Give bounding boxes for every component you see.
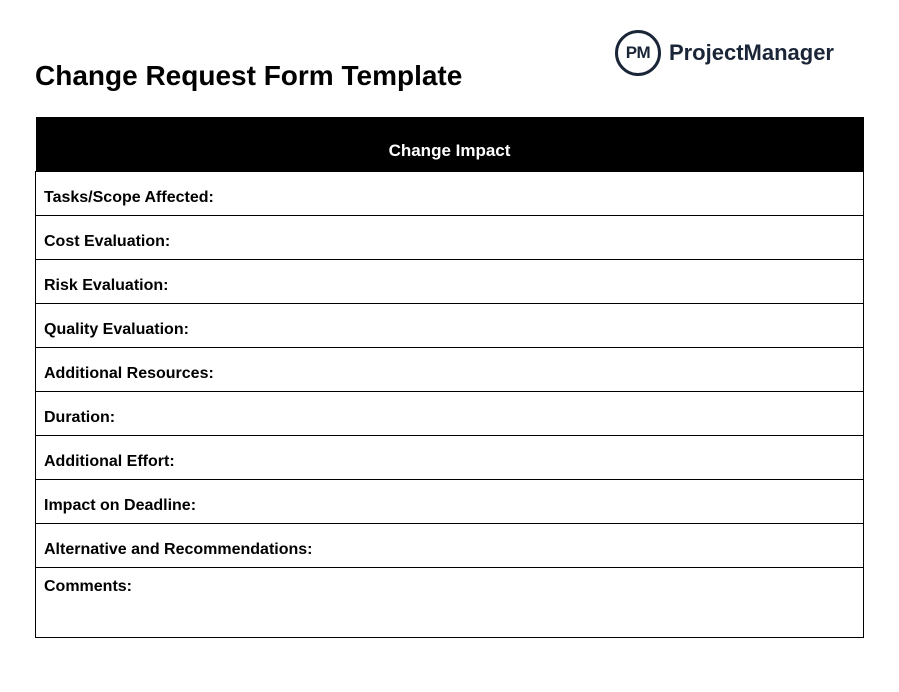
field-row-risk-evaluation[interactable]: Risk Evaluation: bbox=[36, 260, 864, 304]
section-heading: Change Impact bbox=[36, 122, 864, 172]
change-impact-table: Change Impact Tasks/Scope Affected: Cost… bbox=[35, 117, 864, 638]
logo-badge-icon: PM bbox=[615, 30, 661, 76]
field-label: Cost Evaluation: bbox=[36, 216, 864, 260]
field-row-duration[interactable]: Duration: bbox=[36, 392, 864, 436]
field-label: Duration: bbox=[36, 392, 864, 436]
field-label: Impact on Deadline: bbox=[36, 480, 864, 524]
logo-text: ProjectManager bbox=[669, 40, 834, 66]
field-row-cost-evaluation[interactable]: Cost Evaluation: bbox=[36, 216, 864, 260]
field-row-impact-on-deadline[interactable]: Impact on Deadline: bbox=[36, 480, 864, 524]
field-row-comments[interactable]: Comments: bbox=[36, 568, 864, 638]
page-container: Change Request Form Template PM ProjectM… bbox=[0, 0, 899, 658]
field-label: Alternative and Recommendations: bbox=[36, 524, 864, 568]
field-label: Risk Evaluation: bbox=[36, 260, 864, 304]
page-title: Change Request Form Template bbox=[35, 60, 462, 92]
field-row-tasks-scope[interactable]: Tasks/Scope Affected: bbox=[36, 172, 864, 216]
header-row: Change Request Form Template PM ProjectM… bbox=[35, 30, 864, 92]
section-header-row: Change Impact bbox=[36, 122, 864, 172]
field-label: Additional Resources: bbox=[36, 348, 864, 392]
field-row-additional-effort[interactable]: Additional Effort: bbox=[36, 436, 864, 480]
field-label: Comments: bbox=[36, 568, 864, 638]
field-row-additional-resources[interactable]: Additional Resources: bbox=[36, 348, 864, 392]
field-row-quality-evaluation[interactable]: Quality Evaluation: bbox=[36, 304, 864, 348]
field-label: Quality Evaluation: bbox=[36, 304, 864, 348]
field-row-alternative-recommendations[interactable]: Alternative and Recommendations: bbox=[36, 524, 864, 568]
field-label: Additional Effort: bbox=[36, 436, 864, 480]
field-label: Tasks/Scope Affected: bbox=[36, 172, 864, 216]
brand-logo: PM ProjectManager bbox=[615, 30, 834, 76]
